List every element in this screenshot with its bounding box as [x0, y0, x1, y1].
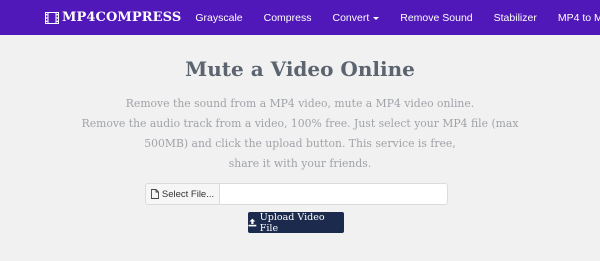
file-icon [150, 189, 159, 199]
nav-item-label: Convert [332, 11, 370, 24]
description-line: Remove the sound from a MP4 video, mute … [125, 97, 475, 110]
film-icon [45, 11, 59, 24]
nav-item-label: Stabilizer [493, 11, 537, 24]
brand-logo[interactable]: MP4COMPRESS [45, 10, 181, 25]
description-line: share it with your friends. [228, 157, 372, 170]
description-line: 500MB) and click the upload button. This… [144, 137, 456, 150]
nav-item-remove-sound[interactable]: Remove Sound [400, 12, 472, 24]
brand-name: MP4COMPRESS [62, 10, 182, 25]
page-description: Remove the sound from a MP4 video, mute … [0, 94, 600, 174]
nav-item-compress[interactable]: Compress [264, 12, 312, 24]
nav-item-convert[interactable]: Convert [332, 11, 380, 24]
description-line: Remove the audio track from a video, 100… [81, 117, 519, 130]
nav-item-label: Remove Sound [400, 11, 473, 24]
nav-item-label: Grayscale [195, 11, 243, 24]
nav-item-mp4-to-mp3[interactable]: MP4 to MP3 [558, 12, 600, 24]
select-file-label: Select File... [161, 188, 215, 200]
upload-icon [248, 218, 257, 227]
file-picker: Select File... [145, 183, 448, 205]
upload-button-label: Upload Video File [259, 211, 325, 234]
nav-item-label: Compress [263, 11, 312, 24]
nav-item-grayscale[interactable]: Grayscale [195, 12, 242, 24]
page-title: Mute a Video Online [185, 57, 415, 81]
navbar: MP4COMPRESS Grayscale Compress Convert R… [0, 0, 600, 35]
nav-menu: Grayscale Compress Convert Remove Sound … [195, 12, 600, 24]
nav-item-stabilizer[interactable]: Stabilizer [494, 12, 537, 24]
upload-video-button[interactable]: Upload Video File [248, 211, 344, 234]
caret-down-icon [373, 16, 380, 20]
file-name-field[interactable] [219, 183, 448, 205]
select-file-button[interactable]: Select File... [145, 183, 219, 205]
nav-item-label: MP4 to MP3 [557, 11, 600, 24]
